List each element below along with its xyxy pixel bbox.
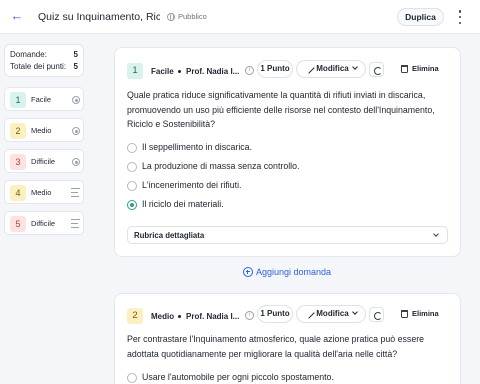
- author-name: Prof. Nadia I...: [186, 312, 239, 321]
- edit-label: Modifica: [316, 64, 349, 73]
- quiz-summary: Domande: 5 Totale dei punti: 5: [4, 44, 84, 77]
- question-number-badge: 2: [127, 308, 143, 324]
- question-card-2: 2 Medio Prof. Nadia I... i 1 Punto Modif…: [114, 293, 461, 384]
- questions-count-label: Domande:: [10, 50, 47, 59]
- radio-icon: [72, 127, 80, 135]
- add-question-label: Aggiungi domanda: [256, 267, 332, 277]
- question-difficulty: Medio: [31, 126, 52, 135]
- radio-button[interactable]: [127, 143, 137, 153]
- rubric-dropdown[interactable]: Rubrica dettagliata: [127, 226, 448, 244]
- duplicate-button[interactable]: Duplica: [397, 8, 444, 26]
- radio-button[interactable]: [127, 162, 137, 172]
- question-text: Per contrastare l'Inquinamento atmosferi…: [127, 334, 425, 359]
- question-nav-item-5[interactable]: 5 Difficile: [4, 211, 84, 235]
- total-points-value: 5: [73, 62, 78, 71]
- answer-text: Il riciclo dei materiali.: [142, 199, 224, 209]
- questions-count-value: 5: [73, 50, 78, 59]
- edit-dropdown-button[interactable]: Modifica: [296, 60, 366, 78]
- difficulty-label: Facile: [151, 67, 174, 76]
- question-card-1: 1 Facile Prof. Nadia I... i 1 Punto Modi…: [114, 47, 461, 257]
- info-icon[interactable]: i: [245, 66, 254, 75]
- question-header: 2 Medio Prof. Nadia I... i 1 Punto Modif…: [127, 305, 450, 328]
- points-button[interactable]: 1 Punto: [257, 305, 293, 323]
- rubric-label: Rubrica dettagliata: [134, 231, 205, 240]
- quiz-title: Quiz su Inquinamento, Ricicl...: [38, 11, 160, 23]
- question-nav-item-1[interactable]: 1 Facile: [4, 87, 84, 111]
- plus-circle-icon: [243, 267, 253, 277]
- question-nav-item-4[interactable]: 4 Medio: [4, 180, 84, 204]
- more-options-icon[interactable]: [455, 10, 465, 24]
- pencil-icon: [303, 307, 315, 319]
- edit-dropdown-button[interactable]: Modifica: [296, 305, 366, 323]
- radio-button[interactable]: [127, 373, 137, 383]
- question-difficulty: Medio: [31, 188, 52, 197]
- delete-label: Elimina: [412, 64, 439, 73]
- visibility-label: Pubblico: [178, 12, 207, 21]
- question-difficulty: Facile: [31, 95, 52, 104]
- question-number: 4: [10, 185, 26, 201]
- radio-icon: [72, 96, 80, 104]
- question-difficulty: Difficile: [31, 219, 56, 228]
- radio-button[interactable]: [127, 181, 137, 191]
- question-difficulty: Difficile: [31, 157, 56, 166]
- question-text: Quale pratica riduce significativamente …: [127, 90, 435, 130]
- question-header: 1 Facile Prof. Nadia I... i 1 Punto Modi…: [127, 60, 450, 83]
- info-icon[interactable]: i: [245, 311, 254, 320]
- top-bar: ← Quiz su Inquinamento, Ricicl... Pubbli…: [0, 0, 480, 34]
- text-lines-icon: [71, 188, 80, 197]
- question-nav-item-3[interactable]: 3 Difficile: [4, 149, 84, 173]
- question-number: 2: [10, 123, 26, 139]
- regenerate-icon[interactable]: [369, 307, 384, 322]
- add-question-button[interactable]: Aggiungi domanda: [243, 267, 331, 277]
- difficulty-label: Medio: [151, 312, 175, 321]
- total-points-label: Totale dei punti:: [10, 62, 67, 71]
- separator-dot: [178, 70, 181, 73]
- radio-icon: [72, 158, 80, 166]
- chevron-down-icon: [351, 309, 358, 315]
- answer-text: Usare l'automobile per ogni piccolo spos…: [142, 372, 334, 382]
- pencil-icon: [303, 62, 315, 74]
- globe-icon: [167, 12, 175, 21]
- back-arrow-icon[interactable]: ←: [9, 8, 25, 24]
- radio-button-selected[interactable]: [127, 200, 137, 210]
- delete-label: Elimina: [412, 309, 439, 318]
- question-number: 1: [10, 92, 26, 108]
- trash-icon: [401, 64, 408, 73]
- chevron-down-icon: [351, 64, 358, 70]
- question-number: 5: [10, 216, 26, 232]
- answer-text: Il seppellimento in discarica.: [142, 142, 253, 152]
- chevron-down-icon: [433, 231, 439, 237]
- text-lines-icon: [71, 219, 80, 228]
- answer-text: La produzione di massa senza controllo.: [142, 161, 300, 171]
- separator-dot: [178, 315, 181, 318]
- trash-icon: [401, 309, 408, 318]
- edit-label: Modifica: [316, 309, 349, 318]
- delete-button[interactable]: Elimina: [401, 309, 439, 318]
- question-number-badge: 1: [127, 63, 143, 79]
- points-button[interactable]: 1 Punto: [257, 60, 293, 78]
- regenerate-icon[interactable]: [369, 62, 384, 77]
- author-name: Prof. Nadia I...: [186, 67, 239, 76]
- question-number: 3: [10, 154, 26, 170]
- delete-button[interactable]: Elimina: [401, 64, 439, 73]
- visibility-badge: Pubblico: [167, 12, 207, 21]
- answer-text: L'incenerimento dei rifiuti.: [142, 180, 242, 190]
- question-nav-item-2[interactable]: 2 Medio: [4, 118, 84, 142]
